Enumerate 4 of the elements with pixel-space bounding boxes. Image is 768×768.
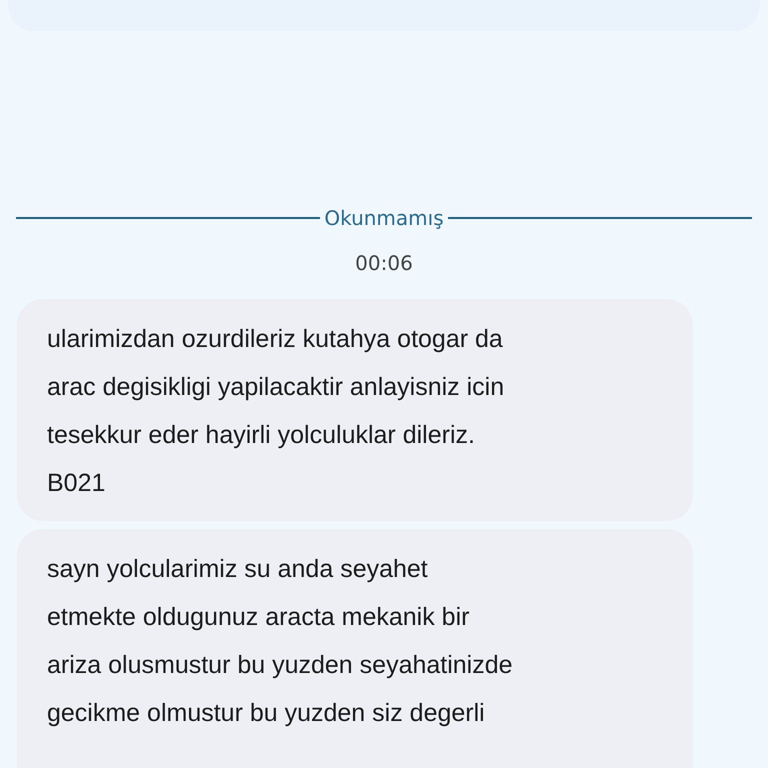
unread-divider-label: Okunmamış [324,205,444,232]
message-text: ularimizdan ozurdileriz kutahya otogar da arac degisikligi yapilacaktir anlayisniz icin tesekkur eder hayirli yolculuklar dileriz. B021 [47,324,506,499]
message-text: sayn yolcularimiz su anda seyahet etmekte oldugunuz aracta mekanik bir ariza olusmustur bu yuzden seyahatinizde gecikme olmustur bu yuzden siz degerli [47,554,514,729]
message-timestamp: 00:06 [354,251,414,275]
